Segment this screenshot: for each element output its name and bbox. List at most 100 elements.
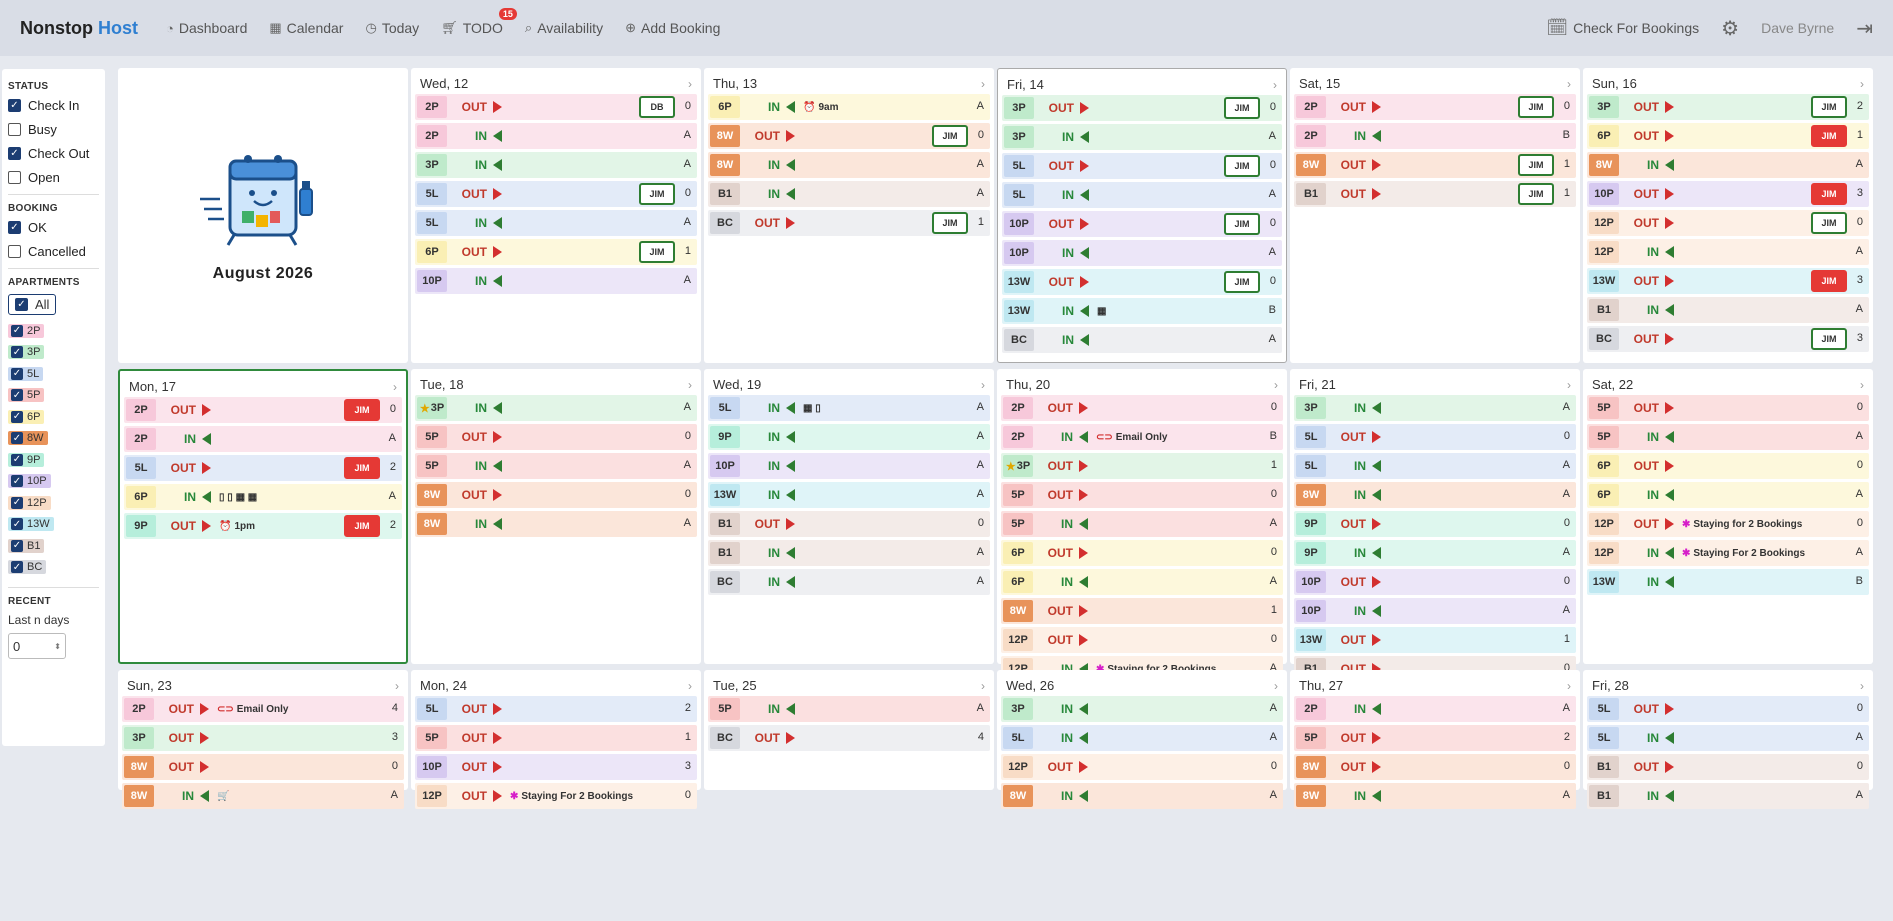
- checkbox-checked-icon[interactable]: ✓: [11, 346, 23, 358]
- booking-event[interactable]: 5L IN A: [1001, 725, 1283, 751]
- user-name[interactable]: Dave Byrne: [1761, 20, 1834, 36]
- booking-event[interactable]: 6P OUT 0: [1001, 540, 1283, 566]
- checkbox-checked-icon[interactable]: ✓: [11, 389, 23, 401]
- checkbox-checked-icon[interactable]: ✓: [11, 518, 23, 530]
- booking-event[interactable]: 8W IN A: [1001, 783, 1283, 809]
- booking-event[interactable]: 9P OUT ⏰ 1pm JIM 2: [124, 513, 402, 539]
- booking-event[interactable]: 6P IN A: [1587, 482, 1869, 508]
- booking-event[interactable]: 8W OUT JIM 0: [708, 123, 990, 149]
- booking-event[interactable]: 12P OUT ✱ Staying For 2 Bookings 0: [415, 783, 697, 809]
- checkbox-checked-icon[interactable]: ✓: [11, 453, 23, 466]
- booking-event[interactable]: 2P OUT DB 0: [415, 94, 697, 120]
- chevron-right-icon[interactable]: ›: [688, 77, 692, 91]
- filter-open[interactable]: Open: [8, 170, 99, 185]
- booking-event[interactable]: BC IN A: [1002, 327, 1282, 353]
- booking-event[interactable]: 8W OUT 0: [415, 482, 697, 508]
- apartment-filter-10p[interactable]: ✓ 10P: [8, 474, 51, 488]
- cleaner-tag[interactable]: JIM: [1518, 183, 1554, 205]
- booking-event[interactable]: 5L OUT 0: [1294, 424, 1576, 450]
- booking-event[interactable]: 5L IN A: [415, 210, 697, 236]
- booking-event[interactable]: 5L IN A: [1002, 182, 1282, 208]
- day-header[interactable]: Sun, 16 ›: [1585, 72, 1871, 94]
- booking-event[interactable]: 2P IN ⊂⊃ Email Only B: [1001, 424, 1283, 450]
- day-header[interactable]: Wed, 12 ›: [413, 72, 699, 94]
- day-header[interactable]: Fri, 21 ›: [1292, 373, 1578, 395]
- day-header[interactable]: Mon, 17 ›: [122, 375, 404, 397]
- day-header[interactable]: Thu, 13 ›: [706, 72, 992, 94]
- booking-event[interactable]: 13W IN ▦ B: [1002, 298, 1282, 324]
- checkbox-empty-icon[interactable]: [8, 171, 21, 184]
- booking-event[interactable]: 13W OUT JIM 0: [1002, 269, 1282, 295]
- cleaner-tag[interactable]: JIM: [932, 212, 968, 234]
- booking-event[interactable]: 8W IN A: [1294, 783, 1576, 809]
- day-header[interactable]: Sat, 15 ›: [1292, 72, 1578, 94]
- cleaner-tag[interactable]: JIM: [639, 241, 675, 263]
- booking-event[interactable]: 13W IN B: [1587, 569, 1869, 595]
- booking-event[interactable]: 5P OUT 2: [1294, 725, 1576, 751]
- booking-event[interactable]: 13W IN A: [708, 482, 990, 508]
- chevron-right-icon[interactable]: ›: [1567, 378, 1571, 392]
- checkbox-checked-icon[interactable]: ✓: [8, 147, 21, 160]
- checkbox-checked-icon[interactable]: ✓: [11, 324, 23, 337]
- apartment-filter-8w[interactable]: ✓ 8W: [8, 431, 48, 445]
- booking-event[interactable]: 2P OUT ⊂⊃ Email Only 4: [122, 696, 404, 722]
- day-header[interactable]: Wed, 26 ›: [999, 674, 1285, 696]
- booking-event[interactable]: 9P OUT 0: [1294, 511, 1576, 537]
- booking-event[interactable]: 9P IN A: [1294, 540, 1576, 566]
- cleaner-tag[interactable]: JIM: [1811, 96, 1847, 118]
- booking-event[interactable]: 5L OUT 2: [415, 696, 697, 722]
- booking-event[interactable]: 10P OUT JIM 3: [1587, 181, 1869, 207]
- apartment-filter-12p[interactable]: ✓ 12P: [8, 495, 51, 510]
- apartment-filter-5p[interactable]: ✓ 5P: [8, 388, 45, 402]
- booking-event[interactable]: 6P OUT JIM 1: [1587, 123, 1869, 149]
- chevron-right-icon[interactable]: ›: [1567, 679, 1571, 693]
- cleaner-tag[interactable]: JIM: [1224, 213, 1260, 235]
- booking-event[interactable]: 8W OUT 0: [1294, 754, 1576, 780]
- booking-event[interactable]: 5P OUT 0: [415, 424, 697, 450]
- booking-event[interactable]: 6P OUT 0: [1587, 453, 1869, 479]
- day-header[interactable]: Sat, 22 ›: [1585, 373, 1871, 395]
- chevron-right-icon[interactable]: ›: [1567, 77, 1571, 91]
- checkbox-checked-icon[interactable]: ✓: [11, 496, 23, 509]
- booking-event[interactable]: B1 IN A: [708, 540, 990, 566]
- booking-event[interactable]: 8W IN A: [415, 511, 697, 537]
- booking-event[interactable]: 12P OUT 0: [1001, 754, 1283, 780]
- booking-event[interactable]: 3P IN A: [415, 152, 697, 178]
- booking-event[interactable]: 13W OUT 1: [1294, 627, 1576, 653]
- booking-event[interactable]: 2P OUT JIM 0: [1294, 94, 1576, 120]
- cleaner-tag[interactable]: JIM: [1811, 125, 1847, 147]
- day-header[interactable]: Thu, 20 ›: [999, 373, 1285, 395]
- booking-event[interactable]: B1 OUT 0: [1587, 754, 1869, 780]
- booking-event[interactable]: 2P OUT JIM 0: [124, 397, 402, 423]
- chevron-right-icon[interactable]: ›: [981, 77, 985, 91]
- nav-availability[interactable]: ⌕ Availability: [525, 20, 603, 36]
- booking-event[interactable]: 6P IN ⏰ 9am A: [708, 94, 990, 120]
- cleaner-tag[interactable]: JIM: [344, 399, 380, 421]
- booking-event[interactable]: ★ 3P OUT 1: [1001, 453, 1283, 479]
- nav-calendar[interactable]: ▦ Calendar: [269, 20, 343, 36]
- booking-event[interactable]: 10P IN A: [1294, 598, 1576, 624]
- booking-event[interactable]: 2P IN A: [1294, 696, 1576, 722]
- chevron-right-icon[interactable]: ›: [1274, 679, 1278, 693]
- day-header[interactable]: Thu, 27 ›: [1292, 674, 1578, 696]
- booking-event[interactable]: BC IN A: [708, 569, 990, 595]
- booking-event[interactable]: 8W IN 🛒 A: [122, 783, 404, 809]
- booking-event[interactable]: 3P IN A: [1294, 395, 1576, 421]
- booking-event[interactable]: 12P OUT ✱ Staying for 2 Bookings 0: [1587, 511, 1869, 537]
- booking-event[interactable]: BC OUT JIM 3: [1587, 326, 1869, 352]
- cleaner-tag[interactable]: JIM: [1224, 97, 1260, 119]
- booking-event[interactable]: 8W IN A: [1587, 152, 1869, 178]
- chevron-right-icon[interactable]: ›: [1860, 679, 1864, 693]
- cleaner-tag[interactable]: JIM: [1224, 271, 1260, 293]
- checkbox-checked-icon[interactable]: ✓: [11, 367, 23, 380]
- booking-event[interactable]: 5L IN ▦ ▯ A: [708, 395, 990, 421]
- booking-event[interactable]: 3P OUT JIM 0: [1002, 95, 1282, 121]
- booking-event[interactable]: ★ 3P IN A: [415, 395, 697, 421]
- booking-event[interactable]: B1 IN A: [1587, 783, 1869, 809]
- apartment-filter-9p[interactable]: ✓ 9P: [8, 452, 45, 467]
- logout-icon[interactable]: ⇥: [1856, 16, 1873, 41]
- booking-event[interactable]: 10P IN A: [708, 453, 990, 479]
- booking-event[interactable]: 3P OUT 3: [122, 725, 404, 751]
- chevron-right-icon[interactable]: ›: [1860, 378, 1864, 392]
- booking-event[interactable]: 5P IN A: [415, 453, 697, 479]
